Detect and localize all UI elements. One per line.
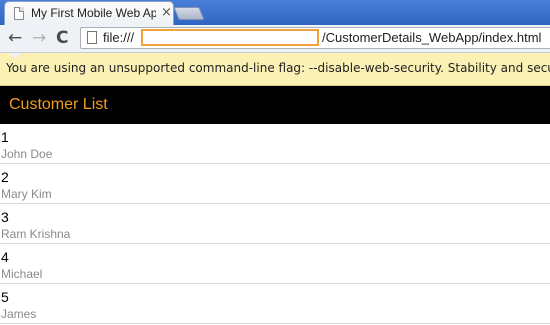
page-icon [87,31,97,44]
infobar-message: You are using an unsupported command-lin… [6,61,550,75]
redacted-path-box [141,29,319,46]
forward-arrow-icon[interactable]: → [32,28,46,48]
customer-id: 4 [1,249,9,265]
list-item[interactable]: 1 John Doe [0,124,550,164]
customer-name: James [1,307,37,321]
url-scheme: file:/// [103,30,135,45]
browser-toolbar: ← → C file:/// /CustomerDetails_WebApp/i… [0,25,550,53]
page-title: Customer List [9,96,108,113]
new-tab-button[interactable] [173,7,205,20]
customer-id: 3 [1,209,9,225]
customer-id: 5 [1,289,9,305]
browser-tab[interactable]: My First Mobile Web App × [4,1,174,25]
tab-close-icon[interactable]: × [161,5,172,21]
customer-name: Michael [1,267,43,281]
list-item[interactable]: 3 Ram Krishna [0,204,550,244]
customer-list: 1 John Doe 2 Mary Kim 3 Ram Krishna 4 Mi… [0,124,550,324]
list-item[interactable]: 5 James [0,284,550,324]
tab-title: My First Mobile Web App [31,6,156,20]
tab-strip: My First Mobile Web App × [0,0,550,25]
list-item[interactable]: 4 Michael [0,244,550,284]
back-arrow-icon[interactable]: ← [8,28,22,48]
warning-infobar: You are using an unsupported command-lin… [0,53,550,86]
page-favicon-icon [14,7,24,20]
address-bar[interactable]: file:/// /CustomerDetails_WebApp/index.h… [80,27,550,49]
reload-icon[interactable]: C [56,28,68,48]
list-item[interactable]: 2 Mary Kim [0,164,550,204]
customer-id: 1 [1,129,9,145]
url-path: /CustomerDetails_WebApp/index.html [322,30,542,45]
customer-name: Mary Kim [1,187,52,201]
customer-name: Ram Krishna [1,227,71,241]
infobar-pointer [8,53,22,59]
customer-id: 2 [1,169,9,185]
app-header: Customer List [0,86,550,124]
customer-name: John Doe [1,147,53,161]
